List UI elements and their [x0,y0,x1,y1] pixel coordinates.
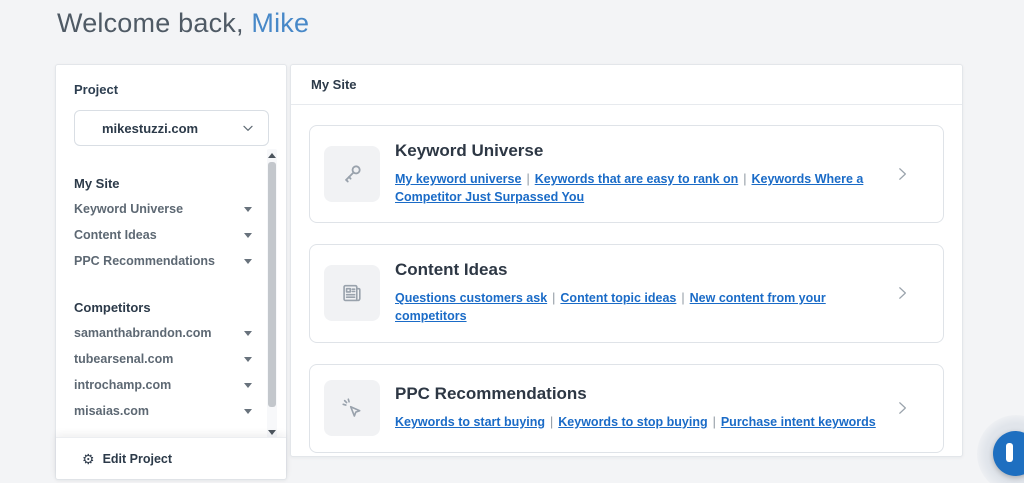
card-title: PPC Recommendations [395,383,587,403]
sidebar-item-competitor-2[interactable]: tubearsenal.com [74,351,252,367]
sidebar-nav: My Site Keyword Universe Content Ideas P… [56,149,286,437]
caret-down-icon [244,232,252,238]
card-links: My keyword universe | Keywords that are ea… [395,170,893,206]
card-ppc-recommendations[interactable]: PPC Recommendations Keywords to start bu… [309,363,944,453]
sidebar-item-competitor-1[interactable]: samanthabrandon.com [74,325,252,341]
project-select-value: mikestuzzi.com [102,120,199,136]
project-label: Project [74,82,119,97]
scrollbar-down-arrow-icon[interactable] [268,430,276,435]
card-icon-box [324,264,380,321]
caret-down-icon [244,258,252,264]
greeting-user-name: Mike [251,8,310,38]
sidebar-item-keyword-universe[interactable]: Keyword Universe [74,201,252,217]
edit-project-label: Edit Project [102,451,173,466]
sidebar-item-label: PPC Recommendations [74,254,216,268]
link-separator: | [552,291,556,306]
card-links: Keywords to start buying | Keywords to sto… [395,413,876,431]
key-icon [345,165,361,183]
caret-down-icon [244,356,252,362]
card-icon-box [324,145,380,202]
sidebar-section-my-site: My Site [74,176,120,191]
sidebar-item-label: introchamp.com [74,378,172,392]
caret-down-icon [244,206,252,212]
caret-down-icon [244,408,252,414]
card-keyword-universe[interactable]: Keyword Universe My keyword universe | Key… [309,125,944,224]
sidebar-section-competitors: Competitors [74,300,151,315]
chevron-right-icon [893,284,911,302]
sidebar-item-ppc-recommendations[interactable]: PPC Recommendations [74,253,252,269]
link-keywords-stop-buying[interactable]: Keywords to stop buying [558,415,707,429]
caret-down-icon [244,382,252,388]
link-separator: | [681,291,685,306]
scrollbar-thumb[interactable] [268,162,276,407]
link-content-topic-ideas[interactable]: Content topic ideas [560,291,676,305]
link-easy-to-rank[interactable]: Keywords that are easy to rank on [535,172,739,186]
edit-project-button[interactable]: ⚙ Edit Project [56,437,286,479]
my-site-panel: My Site Keyword Universe My keyword univ… [290,64,963,457]
news-icon [343,284,361,302]
project-sidebar: Project mikestuzzi.com My Site Keyword U… [55,64,287,480]
chat-icon [1006,443,1013,462]
sidebar-item-label: misaias.com [74,404,150,418]
link-my-keyword-universe[interactable]: My keyword universe [395,172,521,186]
caret-down-icon [244,330,252,336]
link-purchase-intent-keywords[interactable]: Purchase intent keywords [721,415,876,429]
sidebar-item-competitor-4[interactable]: misaias.com [74,403,252,419]
gear-icon: ⚙ [82,450,95,467]
sidebar-item-competitor-3[interactable]: introchamp.com [74,377,252,393]
card-links: Questions customers ask | Content topic id… [395,289,893,325]
link-questions-customers-ask[interactable]: Questions customers ask [395,291,547,305]
chevron-down-icon [240,120,256,136]
sidebar-item-label: Content Ideas [74,228,157,242]
project-select[interactable]: mikestuzzi.com [74,110,269,146]
link-separator: | [526,172,530,186]
sidebar-item-label: Keyword Universe [74,202,184,216]
cards-list: Keyword Universe My keyword universe | Key… [291,105,962,453]
chevron-right-icon [893,165,911,183]
sidebar-item-content-ideas[interactable]: Content Ideas [74,227,252,243]
sidebar-item-label: samanthabrandon.com [74,326,212,340]
greeting-prefix: Welcome back, [57,8,252,38]
cursor-click-icon [342,397,361,417]
sidebar-scrollbar[interactable] [267,149,277,439]
panel-header: My Site [291,65,962,105]
card-content-ideas[interactable]: Content Ideas Questions customers ask | Co… [309,244,944,343]
link-separator: | [550,414,554,429]
link-keywords-start-buying[interactable]: Keywords to start buying [395,415,545,429]
link-separator: | [712,414,716,429]
scrollbar-up-arrow-icon[interactable] [268,153,276,158]
sidebar-item-label: tubearsenal.com [74,352,174,366]
link-separator: | [743,172,747,186]
card-title: Keyword Universe [395,141,544,160]
card-title: Content Ideas [395,260,508,280]
page-title: Welcome back, Mike [57,8,309,39]
card-icon-box [324,379,380,436]
chevron-right-icon [893,399,911,417]
